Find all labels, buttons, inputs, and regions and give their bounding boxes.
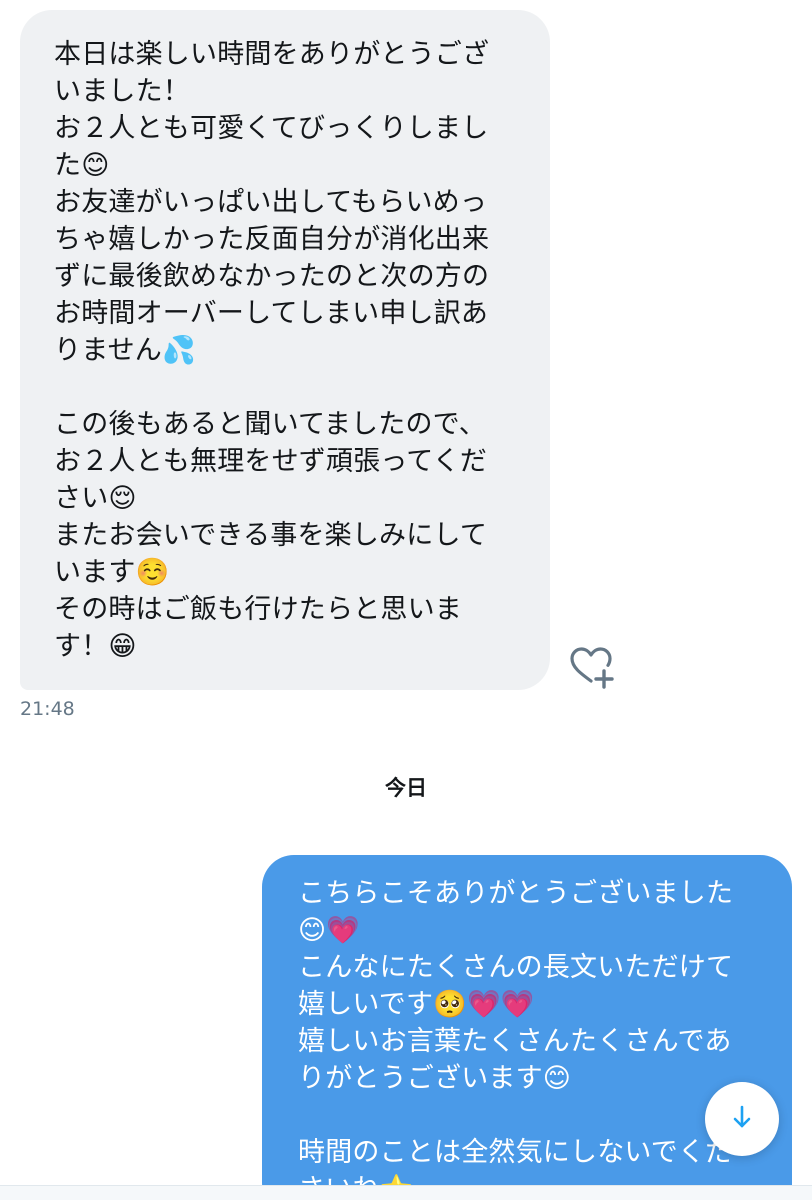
message-line: この後もあると聞いてましたので、 — [54, 409, 486, 440]
message-line: こんなにたくさんの長文いただけて — [298, 952, 734, 983]
message-line: 嬉しいです🥺💗💗 — [298, 989, 535, 1020]
message-line: いました！ — [54, 76, 190, 107]
heart-plus-icon[interactable] — [568, 644, 614, 690]
message-line: りません💦 — [54, 335, 196, 366]
composer-edge — [0, 1185, 812, 1200]
message-line: りがとうございます😊 — [298, 1063, 572, 1094]
outgoing-message-text: こちらこそありがとうございました 😊💗 こんなにたくさんの長文いただけて 嬉しい… — [298, 875, 780, 1200]
message-line: その時はご飯も行けたらと思いま — [54, 594, 462, 625]
message-line: お時間オーバーしてしまい申し訳あ — [54, 298, 489, 329]
message-timestamp: 21:48 — [20, 698, 75, 720]
message-line: 嬉しいお言葉たくさんたくさんであ — [298, 1026, 732, 1057]
message-line: 時間のことは全然気にしないでくだ — [298, 1137, 733, 1168]
arrow-down-icon — [728, 1103, 756, 1135]
message-line: た😊 — [54, 150, 110, 181]
message-line: 😊💗 — [298, 915, 361, 946]
message-line: お友達がいっぱい出してもらいめっ — [54, 187, 488, 218]
message-line: お２人とも可愛くてびっくりしまし — [54, 113, 489, 144]
message-line: す！😁 — [54, 631, 137, 662]
incoming-message-bubble[interactable]: 本日は楽しい時間をありがとうござ いました！ お２人とも可愛くてびっくりしまし … — [20, 10, 550, 690]
message-line: ちゃ嬉しかった反面自分が消化出来 — [54, 224, 490, 255]
message-line: 本日は楽しい時間をありがとうござ — [54, 39, 490, 70]
scroll-to-bottom-button[interactable] — [705, 1082, 779, 1156]
message-line: お２人とも無理をせず頑張ってくだ — [54, 446, 488, 477]
message-line: ずに最後飲めなかったのと次の方の — [54, 261, 490, 292]
message-line: さい😌 — [54, 483, 137, 514]
outgoing-message-bubble[interactable]: こちらこそありがとうございました 😊💗 こんなにたくさんの長文いただけて 嬉しい… — [262, 855, 792, 1200]
incoming-message-text: 本日は楽しい時間をありがとうござ いました！ お２人とも可愛くてびっくりしまし … — [54, 36, 532, 665]
dm-conversation-screen: 本日は楽しい時間をありがとうござ いました！ お２人とも可愛くてびっくりしまし … — [0, 0, 812, 1200]
message-line: こちらこそありがとうございました — [298, 878, 734, 909]
day-separator: 今日 — [385, 776, 427, 800]
message-line: います☺️ — [54, 557, 170, 588]
message-line: またお会いできる事を楽しみにして — [54, 520, 488, 551]
message-line-blank — [54, 369, 532, 406]
